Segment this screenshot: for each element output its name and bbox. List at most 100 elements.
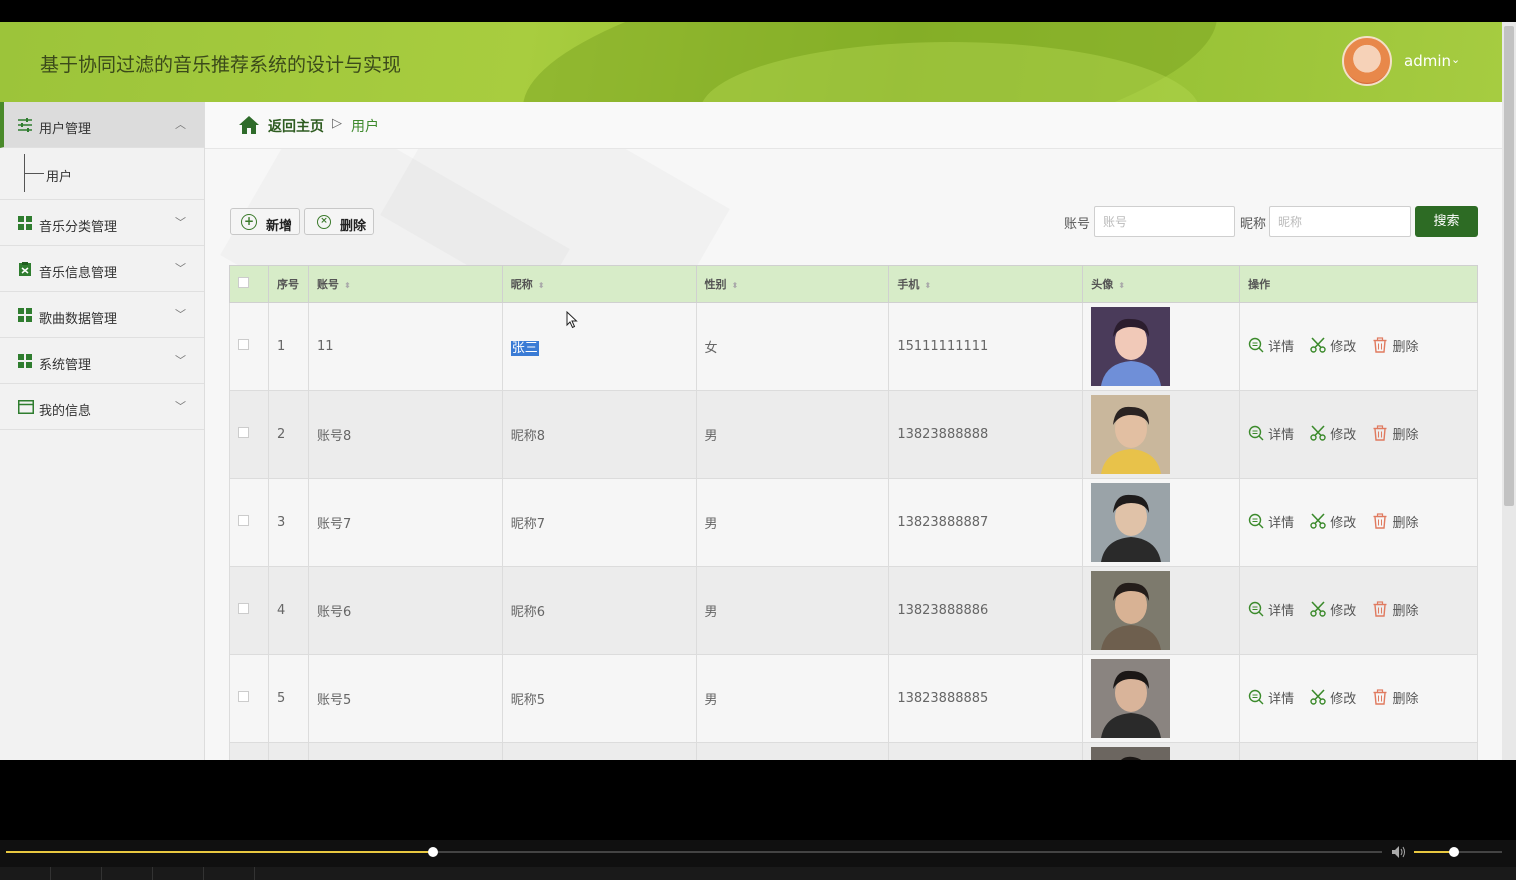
sidebar-item-system[interactable]: 系统管理 ﹀	[0, 338, 204, 384]
sidebar-item-label: 音乐分类管理	[39, 220, 118, 235]
main-content: 返回主页 ▷ 用户 + 新增 × 删除 账号 昵称 搜索 序	[205, 102, 1502, 760]
table-row[interactable]: 5 账号5 昵称5 男 13823888885 详情 修改 删除	[229, 654, 1478, 743]
add-button-label: 新增	[266, 219, 293, 234]
column-header-account[interactable]: 账号 ⬍	[307, 265, 503, 303]
row-select-cell	[229, 302, 269, 391]
table-row[interactable]: 3 账号7 昵称7 男 13823888887 详情 修改 删除	[229, 478, 1478, 567]
trash-icon	[1373, 689, 1387, 705]
edit-button[interactable]: 修改	[1310, 688, 1356, 707]
sort-icon[interactable]: ⬍	[924, 281, 931, 290]
detail-button[interactable]: 详情	[1248, 600, 1294, 619]
select-all-checkbox[interactable]	[238, 277, 249, 288]
cell-nickname: 昵称8	[501, 390, 697, 479]
sidebar-item-label: 音乐信息管理	[39, 266, 118, 281]
row-delete-button[interactable]: 删除	[1372, 688, 1418, 707]
table-row[interactable]	[229, 742, 1478, 760]
tree-line	[24, 173, 44, 174]
scissors-edit-icon	[1310, 425, 1326, 441]
detail-button[interactable]: 详情	[1248, 512, 1294, 531]
sort-icon[interactable]: ⬍	[344, 281, 351, 290]
edit-button[interactable]: 修改	[1310, 336, 1356, 355]
account-search-input[interactable]	[1094, 206, 1235, 237]
cell-account: 账号7	[307, 478, 503, 567]
user-avatar-photo[interactable]	[1091, 395, 1171, 474]
scissors-edit-icon	[1310, 601, 1326, 617]
delete-button[interactable]: × 删除	[304, 208, 374, 235]
home-icon[interactable]	[238, 115, 260, 135]
volume-level	[1414, 851, 1454, 853]
row-delete-button[interactable]: 删除	[1372, 424, 1418, 443]
detail-button[interactable]: 详情	[1248, 424, 1294, 443]
sidebar-item-my-info[interactable]: 我的信息 ﹀	[0, 384, 204, 430]
row-delete-button[interactable]: 删除	[1372, 600, 1418, 619]
edit-button[interactable]: 修改	[1310, 600, 1356, 619]
sort-icon[interactable]: ⬍	[732, 281, 739, 290]
vertical-scrollbar[interactable]	[1502, 22, 1516, 760]
cell-gender: 男	[695, 566, 890, 655]
detail-button[interactable]: 详情	[1248, 688, 1294, 707]
row-delete-button[interactable]: 删除	[1372, 512, 1418, 531]
volume-handle[interactable]	[1448, 847, 1459, 857]
sidebar-item-user-management[interactable]: 用户管理 ︿	[0, 102, 204, 148]
table-header-row: 序号 账号 ⬍ 昵称 ⬍ 性别 ⬍ 手机 ⬍ 头像 ⬍ 操作	[229, 265, 1478, 303]
column-header-nickname[interactable]: 昵称 ⬍	[501, 265, 697, 303]
cell-actions: 详情 修改 删除	[1239, 390, 1478, 479]
table-row[interactable]: 2 账号8 昵称8 男 13823888888 详情 修改 删除	[229, 390, 1478, 479]
search-detail-icon	[1248, 514, 1264, 529]
admin-avatar[interactable]	[1342, 36, 1392, 86]
row-checkbox[interactable]	[238, 603, 249, 614]
detail-button[interactable]: 详情	[1248, 336, 1294, 355]
cell-phone: 15111111111	[888, 302, 1084, 391]
nickname-search-input[interactable]	[1269, 206, 1411, 237]
cell-phone: 13823888886	[888, 566, 1084, 655]
edit-button[interactable]: 修改	[1310, 512, 1356, 531]
user-avatar-photo[interactable]	[1091, 307, 1171, 386]
chevron-down-icon: ﹀	[175, 400, 186, 413]
seek-handle[interactable]	[427, 847, 438, 857]
user-avatar-photo[interactable]	[1091, 571, 1171, 650]
sort-icon[interactable]: ⬍	[538, 281, 545, 290]
cell-avatar	[1082, 390, 1241, 479]
edit-button[interactable]: 修改	[1310, 424, 1356, 443]
row-select-cell	[229, 566, 269, 655]
mouse-cursor-icon	[566, 311, 578, 329]
column-header-gender[interactable]: 性别 ⬍	[695, 265, 890, 303]
scrollbar-thumb[interactable]	[1504, 26, 1514, 506]
select-all-cell	[229, 265, 269, 303]
table-row[interactable]: 1 11 张三 女 15111111111 详情 修改 删除	[229, 302, 1478, 391]
cell-no: 2	[267, 390, 309, 479]
sidebar-item-song-data[interactable]: 歌曲数据管理 ﹀	[0, 292, 204, 338]
add-button[interactable]: + 新增	[230, 208, 300, 235]
volume-icon[interactable]	[1391, 845, 1407, 859]
cell-nickname: 昵称5	[501, 654, 697, 743]
sidebar-item-music-info[interactable]: 音乐信息管理 ﹀	[0, 246, 204, 292]
cell-nickname: 昵称6	[501, 566, 697, 655]
breadcrumb-home-link[interactable]: 返回主页	[268, 116, 324, 136]
cell-nickname: 昵称7	[501, 478, 697, 567]
search-button[interactable]: 搜索	[1415, 206, 1478, 237]
chevron-down-icon[interactable]: ⌄	[1451, 53, 1460, 66]
column-header-phone[interactable]: 手机 ⬍	[888, 265, 1084, 303]
user-avatar-photo[interactable]	[1091, 483, 1171, 562]
row-delete-button[interactable]: 删除	[1372, 336, 1418, 355]
seek-progress	[6, 851, 433, 853]
seek-bar[interactable]	[6, 851, 1382, 853]
user-avatar-photo[interactable]	[1091, 659, 1171, 738]
sidebar-item-label: 歌曲数据管理	[39, 312, 118, 327]
admin-username[interactable]: admin	[1404, 52, 1451, 70]
row-checkbox[interactable]	[238, 691, 249, 702]
row-checkbox[interactable]	[238, 427, 249, 438]
row-checkbox[interactable]	[238, 515, 249, 526]
plus-circle-icon: +	[241, 214, 257, 230]
sidebar-item-music-category[interactable]: 音乐分类管理 ﹀	[0, 200, 204, 246]
sidebar-subitem-user[interactable]: 用户	[0, 148, 204, 200]
selected-text: 张三	[510, 341, 539, 356]
close-circle-icon: ×	[317, 215, 331, 229]
sliders-icon	[18, 118, 32, 132]
row-checkbox[interactable]	[238, 339, 249, 350]
table-row[interactable]: 4 账号6 昵称6 男 13823888886 详情 修改 删除	[229, 566, 1478, 655]
column-header-avatar[interactable]: 头像 ⬍	[1082, 265, 1241, 303]
sort-icon[interactable]: ⬍	[1118, 281, 1125, 290]
user-avatar-photo[interactable]	[1091, 747, 1171, 760]
cell-avatar	[1082, 302, 1241, 391]
